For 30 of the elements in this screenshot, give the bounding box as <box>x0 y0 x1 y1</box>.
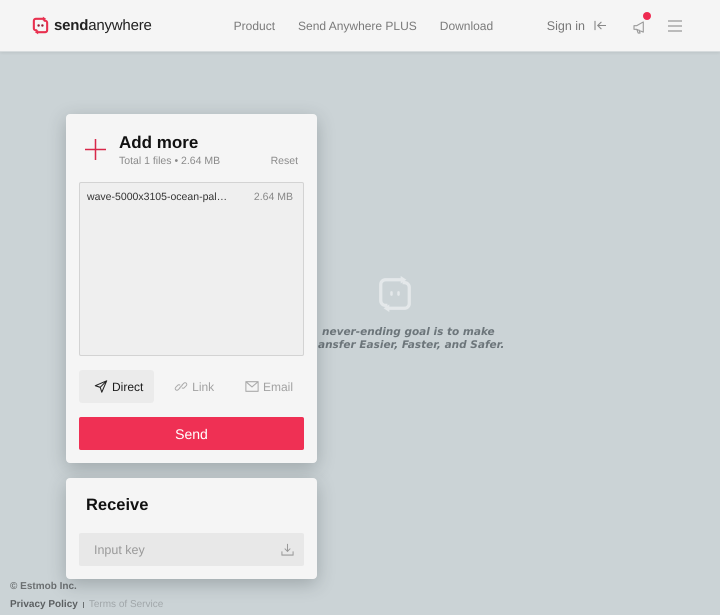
sign-in-button[interactable]: Sign in <box>546 18 607 32</box>
send-mode-tab[interactable]: Link <box>159 370 226 403</box>
footer-link[interactable]: Privacy Policy <box>10 599 78 611</box>
menu-icon <box>668 20 682 32</box>
file-size: 2.64 MB <box>254 191 293 203</box>
card-title: Add more <box>119 132 200 153</box>
send-mode-tab[interactable]: Direct <box>79 370 154 403</box>
nav-link[interactable]: Send Anywhere PLUS <box>298 18 417 32</box>
reset-button[interactable]: Reset <box>270 155 298 167</box>
logo-icon <box>376 275 414 313</box>
menu-button[interactable] <box>668 20 682 32</box>
plus-icon[interactable] <box>85 139 106 160</box>
key-input-field[interactable]: Input key <box>79 533 304 566</box>
logo-wordmark[interactable]: sendanywhere <box>54 17 152 34</box>
send-mode-tab[interactable]: Email <box>230 370 304 403</box>
file-name: wave-5000x3105-ocean-pal… <box>87 191 228 203</box>
nav-link[interactable]: Download <box>440 18 494 32</box>
card-title: Receive <box>85 495 150 516</box>
nav-link[interactable]: Product <box>234 18 276 32</box>
logo-icon[interactable] <box>31 16 50 35</box>
link-icon <box>174 380 188 393</box>
sign-in-icon <box>594 20 607 31</box>
send-button[interactable]: Send <box>79 417 304 450</box>
copyright-text: © Estmob Inc. <box>10 581 77 593</box>
tagline-text: ansfer Easier, Faster, and Safer. <box>318 339 504 352</box>
paper-plane-icon <box>94 380 108 393</box>
tagline-text: never-ending goal is to make <box>322 326 495 339</box>
download-icon[interactable] <box>281 543 294 556</box>
files-summary: Total 1 files • 2.64 MB <box>119 155 220 167</box>
envelope-icon <box>244 380 259 393</box>
